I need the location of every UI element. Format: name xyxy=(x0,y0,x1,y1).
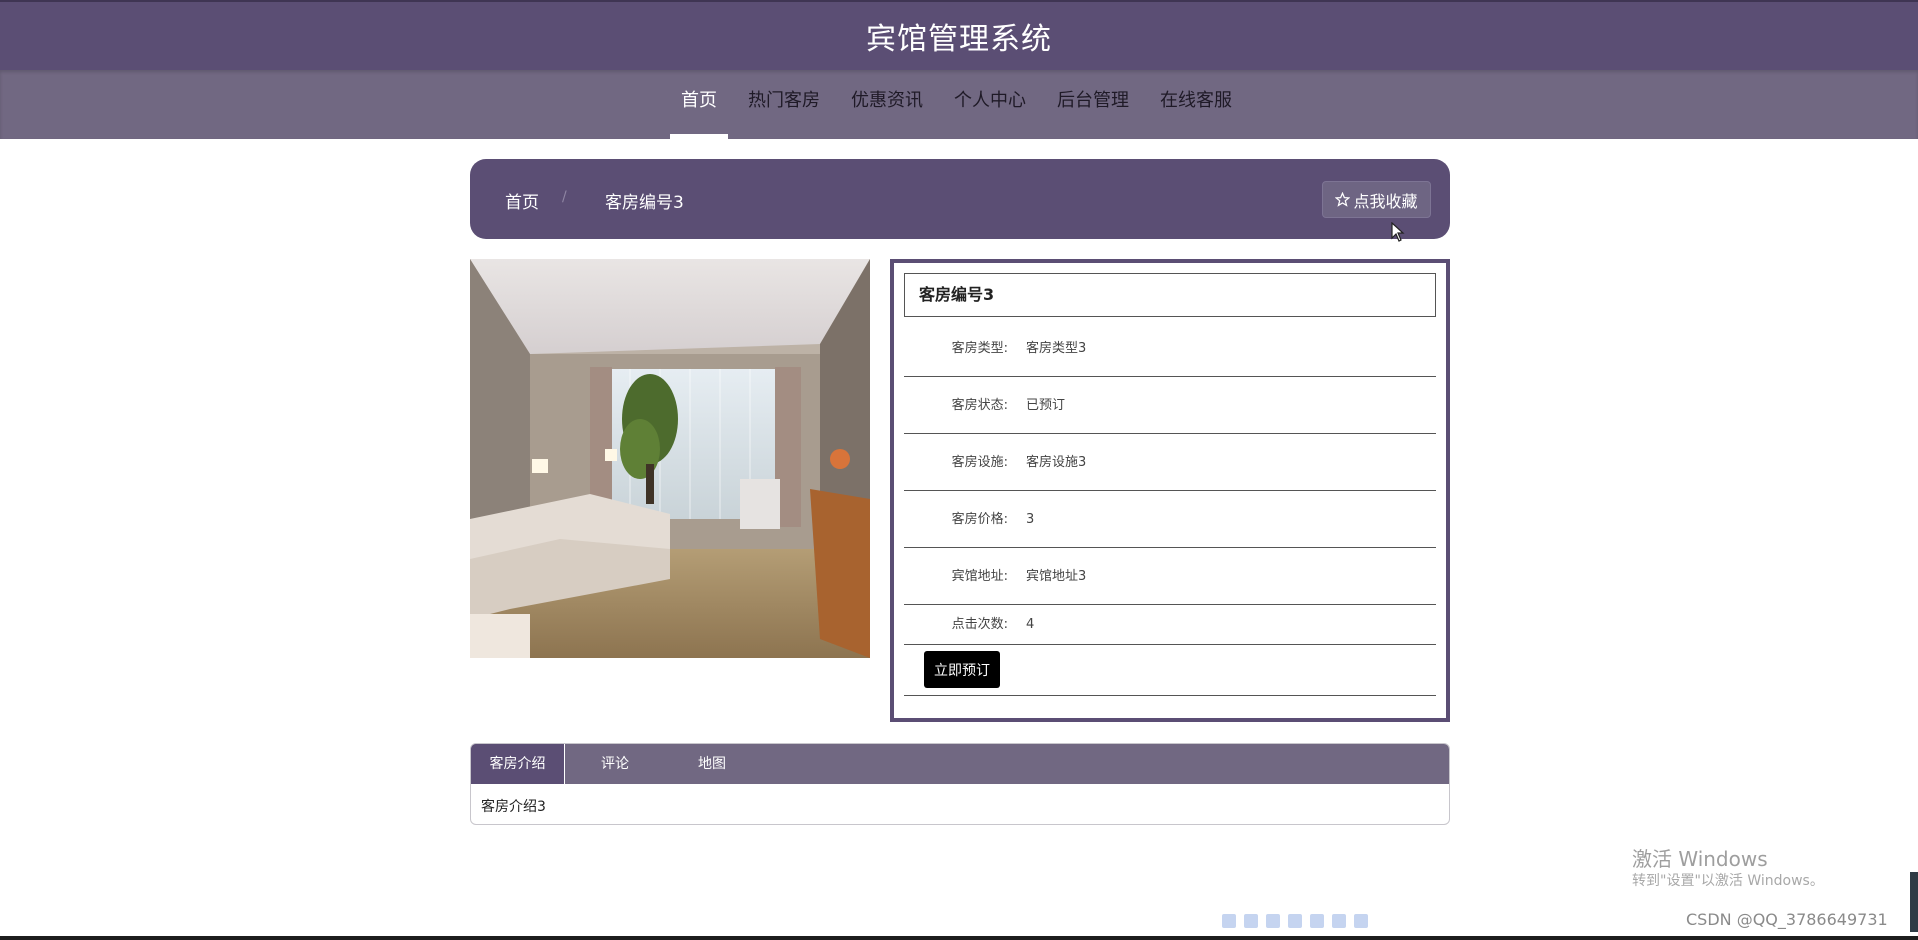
mouse-cursor-icon xyxy=(1391,222,1405,242)
breadcrumb: 首页 / 客房编号3 点我收藏 xyxy=(470,159,1450,239)
nav-item-support[interactable]: 在线客服 xyxy=(1149,70,1243,139)
site-title: 宾馆管理系统 xyxy=(866,22,1052,57)
tray-icon xyxy=(1288,914,1302,928)
tray-icon xyxy=(1266,914,1280,928)
side-edge xyxy=(1910,872,1918,932)
csdn-watermark: CSDN @QQ_3786649731 xyxy=(1686,910,1888,929)
detail-label: 点击次数: xyxy=(951,617,1008,632)
detail-row-address: 宾馆地址: 宾馆地址3 xyxy=(904,548,1436,605)
detail-row-facilities: 客房设施: 客房设施3 xyxy=(904,434,1436,491)
tray-icons xyxy=(1222,914,1422,932)
detail-value: 已预订 xyxy=(1026,398,1066,413)
detail-row-price: 客房价格: 3 xyxy=(904,491,1436,548)
detail-row-type: 客房类型: 客房类型3 xyxy=(904,320,1436,377)
detail-value: 宾馆地址3 xyxy=(1026,569,1087,584)
detail-value: 客房设施3 xyxy=(1026,455,1087,470)
tray-icon xyxy=(1332,914,1346,928)
star-icon xyxy=(1335,192,1351,207)
book-now-button[interactable]: 立即预订 xyxy=(924,651,1000,688)
breadcrumb-separator: / xyxy=(562,189,567,205)
site-header: 宾馆管理系统 xyxy=(0,0,1918,70)
tab-room-intro[interactable]: 客房介绍 xyxy=(471,744,565,784)
detail-label: 客房类型: xyxy=(951,341,1008,356)
detail-row-status: 客房状态: 已预订 xyxy=(904,377,1436,434)
detail-label: 客房价格: xyxy=(951,512,1008,527)
favorite-button[interactable]: 点我收藏 xyxy=(1322,181,1431,218)
nav-item-admin[interactable]: 后台管理 xyxy=(1046,70,1140,139)
detail-label: 宾馆地址: xyxy=(951,569,1008,584)
main-nav: 首页 热门客房 优惠资讯 个人中心 后台管理 在线客服 xyxy=(0,70,1918,139)
detail-value: 客房类型3 xyxy=(1026,341,1087,356)
detail-value: 3 xyxy=(1026,512,1035,527)
detail-value: 4 xyxy=(1026,617,1035,632)
room-photo xyxy=(470,259,870,658)
breadcrumb-current: 客房编号3 xyxy=(605,193,684,213)
breadcrumb-home-link[interactable]: 首页 xyxy=(505,188,539,213)
nav-item-profile[interactable]: 个人中心 xyxy=(943,70,1037,139)
detail-label: 客房状态: xyxy=(951,398,1008,413)
tray-icon xyxy=(1244,914,1258,928)
activate-windows-title: 激活 Windows xyxy=(1632,847,1768,871)
nav-item-promotions[interactable]: 优惠资讯 xyxy=(840,70,934,139)
nav-item-hot-rooms[interactable]: 热门客房 xyxy=(737,70,831,139)
room-detail-panel: 客房编号3 客房类型: 客房类型3 客房状态: 已预订 客房设施: 客房设施3 … xyxy=(890,259,1450,722)
tab-map[interactable]: 地图 xyxy=(665,744,759,784)
tray-icon xyxy=(1222,914,1236,928)
tray-icon xyxy=(1354,914,1368,928)
detail-label: 客房设施: xyxy=(951,455,1008,470)
nav-item-home[interactable]: 首页 xyxy=(670,70,728,139)
activate-windows-subtitle: 转到"设置"以激活 Windows。 xyxy=(1632,873,1824,889)
tray-icon xyxy=(1310,914,1324,928)
tab-strip: 客房介绍 评论 地图 xyxy=(471,744,1449,784)
detail-row-clicks: 点击次数: 4 xyxy=(904,605,1436,645)
tab-comments[interactable]: 评论 xyxy=(565,744,665,784)
bottom-edge xyxy=(0,936,1918,940)
booking-row: 立即预订 xyxy=(904,645,1436,696)
room-tabs-panel: 客房介绍 评论 地图 客房介绍3 xyxy=(470,743,1450,825)
nav-list: 首页 热门客房 优惠资讯 个人中心 后台管理 在线客服 xyxy=(670,70,1252,139)
favorite-label: 点我收藏 xyxy=(1353,191,1418,211)
tab-content: 客房介绍3 xyxy=(481,799,546,815)
room-title: 客房编号3 xyxy=(904,273,1436,317)
